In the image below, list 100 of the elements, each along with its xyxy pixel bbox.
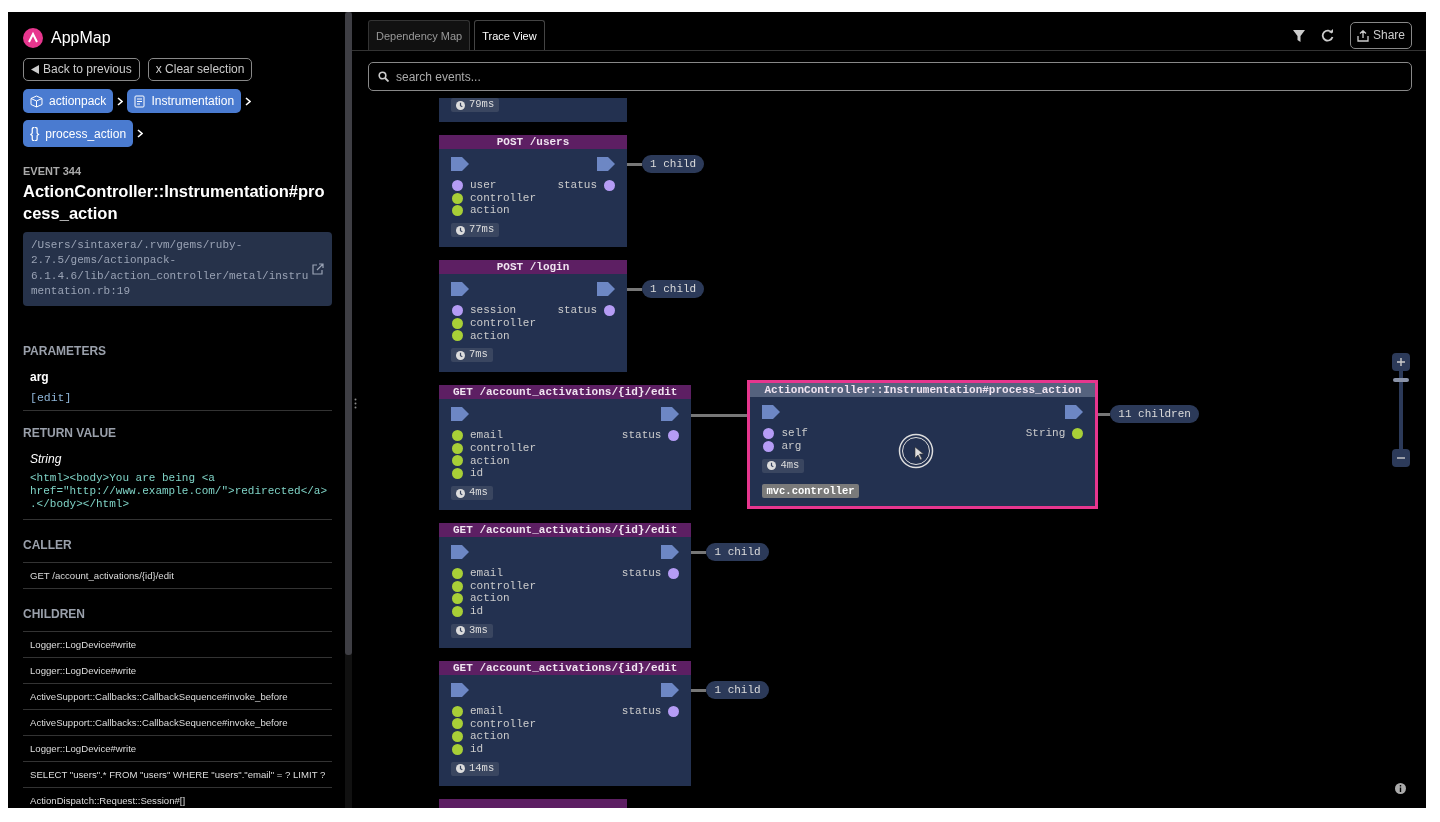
child-item[interactable]: SELECT "users".* FROM "users" WHERE "users"."email" = ? LIMIT ? [23, 760, 332, 787]
param-name: status [621, 704, 662, 718]
elapsed-time: 3ms [469, 622, 488, 638]
port-icon [451, 682, 469, 697]
port-icon [762, 405, 781, 420]
trace-node[interactable]: POST /login session controller action status 7ms [439, 260, 627, 373]
share-button[interactable]: Share [1349, 22, 1412, 49]
reload-icon [1320, 29, 1334, 42]
trace-node[interactable]: GET /account_activations/{id}/edit email controller action id status 3ms [439, 523, 692, 648]
port-icon [451, 157, 469, 171]
param-name: status [621, 567, 662, 580]
external-link-icon [312, 262, 324, 275]
elapsed-time: 4ms [780, 457, 800, 473]
param-name: id [470, 605, 484, 618]
children-count-badge[interactable]: 11 children [1110, 405, 1199, 424]
upload-icon [1356, 29, 1369, 42]
clock-icon [456, 350, 465, 360]
child-item[interactable]: Logger::LogDevice#write [23, 630, 332, 657]
node-title: POST /login [439, 260, 627, 275]
children-count-badge[interactable]: 1 child [706, 680, 769, 699]
tab[interactable]: Trace View [474, 19, 545, 50]
tab[interactable]: Dependency Map [368, 19, 471, 50]
filter-icon [1292, 29, 1305, 42]
logo-icon [23, 28, 43, 48]
elapsed-time: 14ms [469, 760, 495, 776]
trace-node[interactable]: GET /account_activations/{id}/edit email controller action id status 14ms [439, 660, 692, 786]
param-name: action [470, 204, 510, 218]
return-type: String [30, 450, 63, 468]
param-name: session [470, 304, 517, 317]
param-name: action [470, 329, 510, 343]
slider-thumb[interactable] [1393, 378, 1409, 383]
edit-link[interactable]: [edit] [30, 388, 332, 406]
param-name: controller [470, 579, 536, 593]
port-icon [597, 282, 615, 297]
caller-item[interactable]: GET /account_activations/{id}/edit [23, 561, 332, 588]
param-name: controller [470, 717, 536, 731]
child-item[interactable]: ActiveSupport::Callbacks::CallbackSequence#invoke_before [23, 708, 332, 735]
node-title: GET /account_activations/{id}/edit [439, 660, 692, 675]
child-item[interactable]: Logger::LogDevice#write [23, 734, 332, 761]
breadcrumb-chip[interactable]: actionpack [23, 89, 114, 113]
trace-node[interactable] [439, 798, 627, 808]
parameter-name: arg [30, 368, 50, 386]
section-heading: RETURN VALUE [23, 424, 118, 442]
elapsed-time: 79ms [469, 98, 495, 113]
node-title: POST /users [439, 135, 627, 149]
trace-node[interactable]: 79ms [439, 98, 627, 122]
port-icon [661, 545, 680, 560]
clear-selection-button[interactable]: x Clear selection [147, 58, 253, 81]
children-count-badge[interactable]: 1 child [706, 543, 769, 562]
children-count-badge[interactable]: 1 child [642, 280, 705, 299]
search-icon [378, 71, 389, 82]
zoom-out-button[interactable] [1392, 449, 1410, 467]
child-item[interactable]: Logger::LogDevice#write [23, 656, 332, 683]
param-name: controller [470, 316, 536, 330]
trace-node[interactable]: POST /users user controller action status 77ms [439, 135, 627, 248]
param-name: status [557, 179, 597, 192]
param-name: user [470, 179, 497, 192]
child-item[interactable]: ActiveSupport::Callbacks::CallbackSequence#invoke_before [23, 682, 332, 709]
breadcrumb-chip[interactable]: {} process_action [23, 120, 134, 147]
port-icon [451, 407, 469, 422]
back-button[interactable]: Back to previous [23, 58, 140, 81]
param-name: action [470, 454, 510, 468]
clock-icon [456, 100, 465, 110]
clock-icon [456, 488, 465, 498]
event-label: EVENT 344 [23, 164, 83, 179]
zoom-in-button[interactable] [1392, 353, 1410, 371]
param-name: String [1025, 427, 1066, 440]
param-name: self [781, 427, 808, 440]
children-count-badge[interactable]: 1 child [642, 155, 705, 173]
node-title: GET /account_activations/{id}/edit [439, 385, 692, 400]
search-field[interactable]: search events... [368, 62, 1412, 91]
section-heading: CHILDREN [23, 605, 86, 623]
breadcrumb-chip[interactable]: Instrumentation [127, 89, 242, 113]
param-name: action [470, 592, 510, 606]
clock-icon [456, 626, 465, 636]
plus-icon [1397, 358, 1405, 366]
param-name: email [470, 704, 503, 718]
event-title: ActionController::Instrumentation#process_action [23, 180, 326, 224]
port-icon [661, 682, 680, 697]
resize-handle[interactable] [354, 398, 357, 409]
back-icon [31, 65, 39, 74]
param-name: arg [781, 439, 802, 453]
trace-node[interactable]: GET /account_activations/{id}/edit email controller action id status 4ms [439, 385, 692, 511]
clock-icon [456, 764, 465, 774]
param-name: id [470, 742, 484, 756]
port-icon [451, 545, 469, 560]
elapsed-time: 77ms [469, 222, 495, 238]
return-value: <html><body>You are being <a href="http://www.example.com/">redirected</a>.</body></html> [30, 471, 329, 511]
node-title: GET /account_activations/{id}/edit [439, 523, 692, 538]
label-tag: mvc.controller [762, 483, 859, 498]
document-icon [134, 94, 146, 108]
source-path[interactable]: /Users/sintaxera/.rvm/gems/ruby-2.7.5/gems/actionpack-6.1.4.6/lib/action_controller/metal/instrumentation.rb:19 [31, 237, 312, 300]
param-name: status [621, 429, 662, 442]
child-item[interactable]: ActionDispatch::Request::Session#[] [23, 786, 332, 808]
info-icon [1395, 783, 1406, 794]
node-title: ActionController::Instrumentation#process_action [750, 383, 1096, 398]
trace-node[interactable]: ActionController::Instrumentation#process_action self arg String 4ms mvc.controller [750, 383, 1096, 507]
elapsed-time: 7ms [469, 347, 488, 363]
section-heading: CALLER [23, 536, 73, 554]
scrollbar[interactable] [345, 12, 352, 655]
